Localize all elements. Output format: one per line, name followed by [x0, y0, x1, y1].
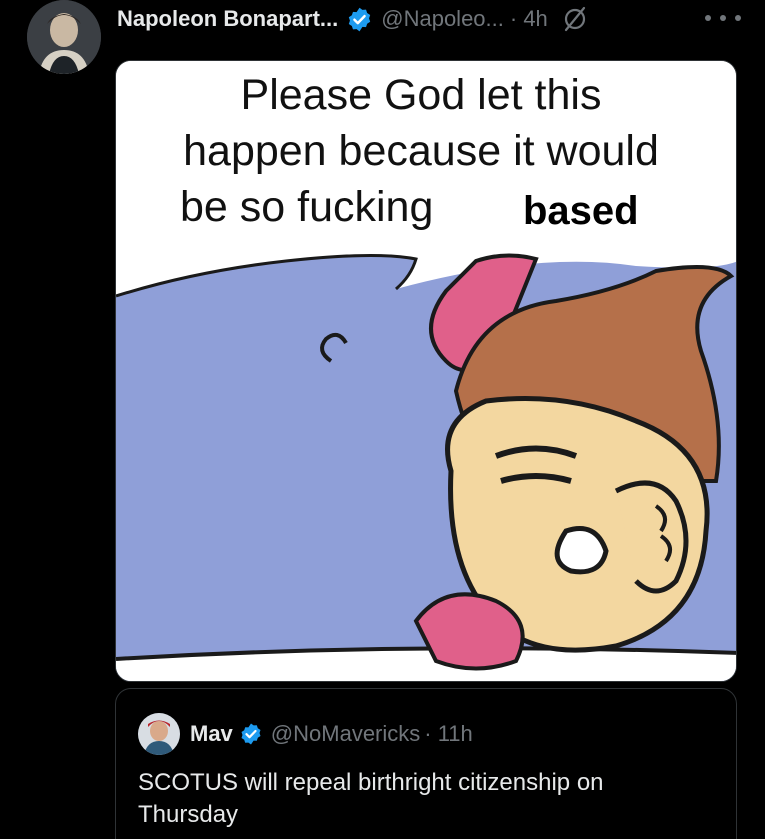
quoted-tweet-timestamp: · 11h: [424, 721, 473, 746]
quoted-tweet[interactable]: Mav @NoMavericks · 11h SCOTUS will repea…: [115, 688, 737, 839]
tweet-media-image[interactable]: Please God let this happen because it wo…: [115, 60, 737, 682]
grok-icon[interactable]: [562, 6, 588, 32]
author-avatar[interactable]: [27, 0, 101, 74]
more-options-icon[interactable]: [705, 8, 741, 28]
napoleon-portrait-icon: [27, 0, 101, 74]
tweet-timestamp[interactable]: · 4h: [510, 6, 548, 32]
quoted-tweet-header: Mav @NoMavericks · 11h: [138, 713, 473, 755]
meme-caption-line: happen because it would: [183, 127, 659, 175]
meme-caption-bold: based: [511, 185, 651, 237]
verified-badge-icon: [241, 723, 261, 745]
author-handle[interactable]: @Napoleo...: [381, 6, 504, 32]
verified-badge-icon: [349, 7, 371, 31]
quoted-author-avatar: [138, 713, 180, 755]
quoted-author-handle: @NoMavericks: [270, 721, 421, 746]
tweet-header: Napoleon Bonapart... @Napoleo... · 4h: [117, 2, 588, 36]
quoted-author-name: Mav: [190, 721, 233, 746]
meme-caption-line: Please God let this: [240, 71, 602, 119]
author-name[interactable]: Napoleon Bonapart...: [117, 6, 338, 32]
maverick-avatar-icon: [138, 713, 180, 755]
quoted-tweet-text: SCOTUS will repeal birthright citizenshi…: [138, 769, 604, 828]
